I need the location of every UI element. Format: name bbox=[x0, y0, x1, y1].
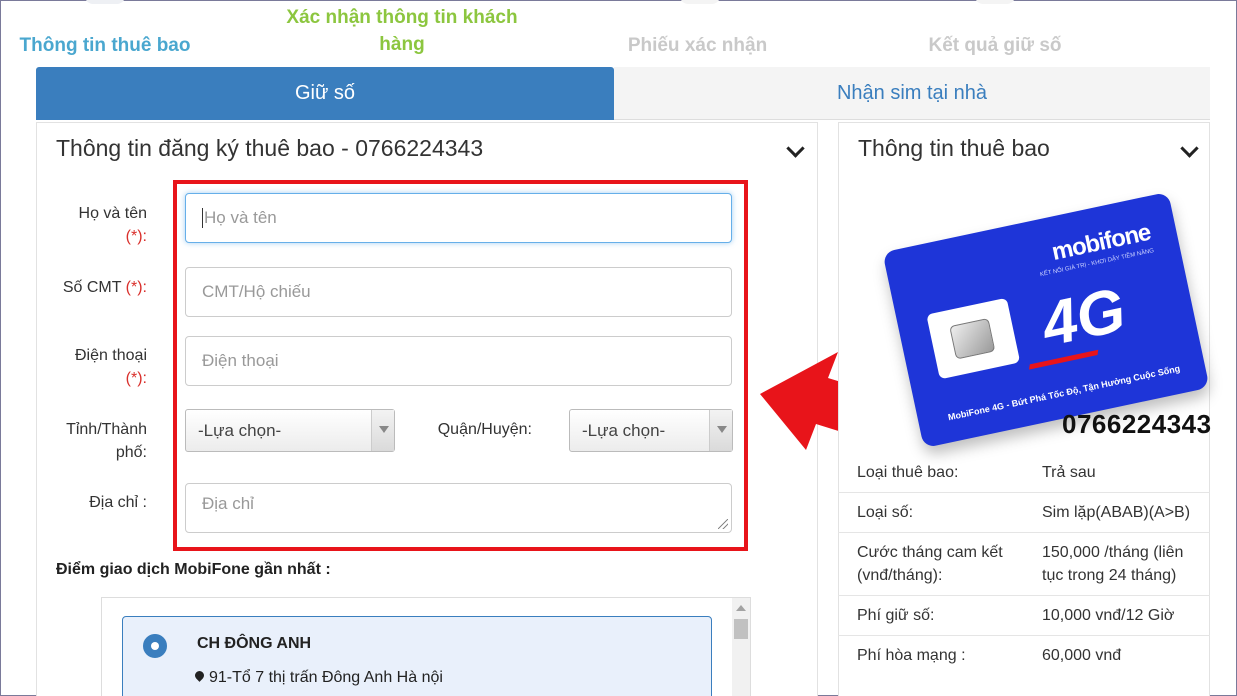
table-row: Loại thuê bao: Trả sau bbox=[838, 453, 1210, 492]
address-label: Địa chỉ : bbox=[89, 494, 147, 511]
tab-hold-number[interactable]: Giữ số bbox=[36, 67, 614, 120]
row-key: Loại thuê bao: bbox=[857, 464, 959, 481]
scroll-up-icon[interactable] bbox=[736, 605, 746, 611]
row-value: Sim lặp(ABAB)(A>B) bbox=[1042, 504, 1191, 521]
step-subscriber-info: Thông tin thuê bao bbox=[19, 35, 191, 56]
step-indicator-dot bbox=[85, 0, 125, 4]
table-row: Loại số: Sim lặp(ABAB)(A>B) bbox=[838, 492, 1210, 532]
caret-down-icon bbox=[709, 410, 732, 451]
step-indicator-dot bbox=[975, 0, 1015, 4]
store-name: CH ĐÔNG ANH bbox=[197, 635, 312, 652]
name-label: Họ và tên (*): bbox=[78, 205, 147, 245]
row-key: Cước tháng cam kết (vnđ/tháng): bbox=[857, 544, 1003, 584]
table-row: Phí hòa mạng : 60,000 vnđ bbox=[838, 635, 1210, 675]
sim-chip-holder bbox=[926, 297, 1021, 380]
table-row: Phí giữ số: 10,000 vnđ/12 Giờ bbox=[838, 595, 1210, 635]
row-value: 150,000 /tháng (liên tục trong 24 tháng) bbox=[1042, 544, 1184, 584]
subscriber-number: 0766224343 bbox=[1062, 409, 1212, 439]
step-hold-result: Kết quả giữ số bbox=[928, 35, 1062, 56]
step-confirm-customer: Xác nhận thông tin khách hàng bbox=[286, 7, 518, 55]
row-key: Phí giữ số: bbox=[857, 607, 935, 624]
store-list: CH ĐÔNG ANH 91-Tổ 7 thị trấn Đông Anh Hà… bbox=[101, 597, 751, 696]
name-field[interactable]: Họ và tên bbox=[185, 193, 732, 243]
text-caret bbox=[202, 208, 203, 228]
resize-handle[interactable] bbox=[718, 519, 728, 529]
phone-field[interactable]: Điện thoại bbox=[185, 336, 732, 386]
province-label: Tỉnh/Thành phố: bbox=[66, 421, 147, 461]
store-radio[interactable] bbox=[143, 634, 167, 658]
store-section-heading: Điểm giao dịch MobiFone gần nhất : bbox=[56, 561, 331, 578]
row-value: 60,000 vnđ bbox=[1042, 647, 1122, 664]
map-marker-icon bbox=[193, 669, 206, 682]
list-item[interactable]: CH ĐÔNG ANH 91-Tổ 7 thị trấn Đông Anh Hà… bbox=[122, 616, 712, 696]
panel-title: Thông tin đăng ký thuê bao - 0766224343 bbox=[56, 135, 484, 161]
row-key: Loại số: bbox=[857, 504, 914, 521]
scroll-thumb[interactable] bbox=[734, 619, 748, 639]
district-select[interactable]: -Lựa chọn- bbox=[569, 409, 733, 452]
network-badge: 4G bbox=[1036, 275, 1132, 360]
tab-home-delivery[interactable]: Nhận sim tại nhà bbox=[614, 67, 1210, 120]
step-indicator-dot bbox=[680, 0, 720, 4]
store-address: 91-Tổ 7 thị trấn Đông Anh Hà nội bbox=[193, 669, 443, 687]
address-field[interactable]: Địa chỉ bbox=[185, 483, 732, 533]
chevron-down-icon[interactable] bbox=[788, 145, 802, 159]
caret-down-icon bbox=[371, 410, 394, 451]
tab-bar: Giữ số Nhận sim tại nhà bbox=[36, 67, 1210, 120]
id-number-field[interactable]: CMT/Hộ chiếu bbox=[185, 267, 732, 317]
id-number-label: Số CMT (*): bbox=[62, 279, 147, 296]
phone-label: Điện thoại (*): bbox=[74, 347, 147, 387]
row-value: 10,000 vnđ/12 Giờ bbox=[1042, 607, 1175, 624]
table-row: Cước tháng cam kết (vnđ/tháng): 150,000 … bbox=[838, 532, 1210, 595]
row-key: Phí hòa mạng : bbox=[857, 647, 966, 664]
district-label: Quận/Huyện: bbox=[437, 421, 532, 438]
province-select[interactable]: -Lựa chọn- bbox=[185, 409, 395, 452]
panel-title: Thông tin thuê bao bbox=[858, 135, 1050, 161]
row-value: Trả sau bbox=[1042, 464, 1096, 481]
sim-chip-icon bbox=[949, 317, 996, 360]
step-confirmation-slip: Phiếu xác nhận bbox=[627, 35, 768, 56]
chevron-down-icon[interactable] bbox=[1182, 145, 1196, 159]
subscriber-info-table: Loại thuê bao: Trả sau Loại số: Sim lặp(… bbox=[838, 453, 1210, 675]
scrollbar[interactable] bbox=[732, 598, 750, 696]
